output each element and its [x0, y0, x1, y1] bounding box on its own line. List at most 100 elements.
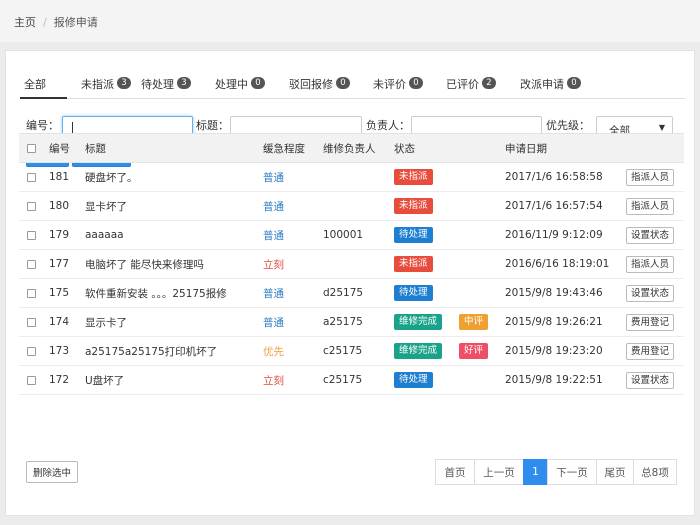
select-all-checkbox[interactable]	[27, 143, 36, 153]
table-row[interactable]: 179 aaaaaa 普通 100001 待处理 2016/11/9 9:12:09 设置状…	[19, 221, 684, 250]
row-assignee: a25175	[323, 316, 363, 328]
row-title: 电脑坏了 能尽快来修理吗	[85, 258, 204, 271]
number-label: 编号：	[26, 119, 59, 132]
row-action-button[interactable]: 费用登记	[626, 342, 675, 360]
tab-unassigned[interactable]: 未指派 3	[67, 71, 141, 99]
row-title: 显示卡了	[85, 316, 127, 329]
row-checkbox-cell	[27, 221, 36, 249]
tab-label: 全部	[24, 78, 46, 91]
table-row[interactable]: 181 硬盘坏了。 普通 未指派 2017/1/6 16:58:58 指派人员	[19, 163, 684, 192]
row-checkbox[interactable]	[27, 288, 36, 298]
page-next-button[interactable]: 下一页	[547, 459, 597, 485]
row-assignee: c25175	[323, 345, 363, 357]
tab-label: 驳回报修	[289, 78, 333, 91]
row-action-button[interactable]: 设置状态	[626, 226, 675, 244]
row-checkbox[interactable]	[27, 201, 36, 211]
row-assignee: 100001	[323, 229, 364, 241]
row-assignee: d25175	[323, 287, 364, 299]
rating-badge: 好评	[459, 343, 489, 359]
table-body: 181 硬盘坏了。普通 未指派 2017/1/6 16:58:58 指派人员 180 显卡坏…	[19, 163, 684, 395]
table-row[interactable]: 175 软件重新安装 。。。25175报修 普通 d25175 待处理 2015/9/8 …	[19, 279, 684, 308]
row-date: 2015/9/8 19:26:21	[505, 316, 603, 328]
row-title: U盘坏了	[85, 374, 125, 387]
row-status-cell: 待处理	[394, 279, 433, 307]
row-date: 2015/9/8 19:43:46	[505, 287, 603, 299]
delete-selected-button[interactable]: 删除选中	[26, 461, 79, 483]
table-row[interactable]: 174 显示卡了 普通 a25175 维修完成 中评 2015/9/8 19:26:21 费用…	[19, 308, 684, 337]
row-number: 174	[49, 316, 70, 328]
status-badge: 待处理	[394, 372, 433, 388]
row-action-cell: 设置状态	[626, 279, 675, 307]
tab-pending[interactable]: 待处理 3	[141, 71, 215, 99]
row-status-cell: 待处理	[394, 366, 433, 394]
page-current-button[interactable]: 1	[523, 459, 548, 485]
table-row[interactable]: 172 U盘坏了 立刻 c25175 待处理 2015/9/8 19:22:51 设置状态	[19, 366, 684, 395]
row-urgency: 普通	[263, 287, 284, 300]
table-row[interactable]: 180 显卡坏了 普通 未指派 2017/1/6 16:57:54 指派人员	[19, 192, 684, 221]
row-action-cell: 指派人员	[626, 192, 675, 220]
table-row[interactable]: 173 a25175a25175打印机坏了 优先 c25175 维修完成 好评 2015/9…	[19, 337, 684, 366]
row-title: a25175a25175打印机坏了	[85, 345, 218, 358]
tab-count-badge: 0	[336, 77, 350, 89]
tab-processing[interactable]: 处理中 0	[215, 71, 289, 99]
tab-label: 待处理	[141, 78, 174, 91]
tab-rejected[interactable]: 驳回报修 0	[289, 71, 373, 99]
row-urgency: 立刻	[263, 374, 284, 387]
row-checkbox[interactable]	[27, 259, 36, 269]
row-date: 2017/1/6 16:58:58	[505, 171, 603, 183]
row-number: 173	[49, 345, 70, 357]
row-number: 179	[49, 229, 70, 241]
header-number: 编号	[49, 142, 70, 155]
status-tabs: 全部 未指派 3 待处理 3 处理中 0 驳回报修 0 未评价 0 已评价 2 改派申请 0	[20, 71, 685, 99]
row-checkbox[interactable]	[27, 317, 36, 327]
status-badge: 未指派	[394, 169, 433, 185]
breadcrumb-home[interactable]: 主页	[14, 16, 36, 29]
row-action-button[interactable]: 设置状态	[626, 371, 675, 389]
row-action-button[interactable]: 设置状态	[626, 284, 675, 302]
row-action-button[interactable]: 费用登记	[626, 313, 675, 331]
page-first-button[interactable]: 首页	[435, 459, 475, 485]
status-badge: 维修完成	[394, 343, 443, 359]
row-title: aaaaaa	[85, 229, 124, 241]
table-header: 编号 标题 缓急程度 维修负责人 状态 申请日期	[19, 133, 684, 163]
page-last-button[interactable]: 尾页	[596, 459, 634, 485]
status-badge: 未指派	[394, 256, 433, 272]
row-action-button[interactable]: 指派人员	[626, 255, 675, 273]
page-total: 总8项	[633, 459, 677, 485]
row-title: 显卡坏了	[85, 200, 127, 213]
table-row[interactable]: 177 电脑坏了 能尽快来修理吗 立刻 未指派 2016/6/16 18:19:01 指派…	[19, 250, 684, 279]
row-checkbox[interactable]	[27, 346, 36, 356]
row-action-cell: 费用登记	[626, 308, 675, 336]
row-status-cell: 维修完成	[394, 337, 443, 365]
tab-all[interactable]: 全部	[20, 71, 67, 99]
row-action-cell: 设置状态	[626, 366, 675, 394]
row-date: 2015/9/8 19:23:20	[505, 345, 603, 357]
status-badge: 未指派	[394, 198, 433, 214]
tab-label: 处理中	[215, 78, 248, 91]
row-action-button[interactable]: 指派人员	[626, 197, 675, 215]
row-status-cell: 待处理	[394, 221, 433, 249]
caret-down-icon: ▼	[658, 123, 665, 132]
row-checkbox[interactable]	[27, 172, 36, 182]
row-checkbox-cell	[27, 192, 36, 220]
page-prev-button[interactable]: 上一页	[474, 459, 524, 485]
row-status-cell: 未指派	[394, 192, 433, 220]
tab-count-badge: 3	[177, 77, 191, 89]
header-urgency: 缓急程度	[263, 142, 305, 155]
row-number: 172	[49, 374, 70, 386]
tab-reassign[interactable]: 改派申请 0	[520, 71, 600, 99]
tab-unrated[interactable]: 未评价 0	[373, 71, 446, 99]
row-action-button[interactable]: 指派人员	[626, 168, 675, 186]
tab-rated[interactable]: 已评价 2	[446, 71, 520, 99]
row-action-cell: 指派人员	[626, 163, 675, 191]
row-number: 181	[49, 171, 70, 183]
breadcrumb: 主页 / 报修申请	[0, 0, 700, 42]
row-checkbox[interactable]	[27, 230, 36, 240]
row-urgency: 优先	[263, 345, 284, 358]
row-checkbox[interactable]	[27, 375, 36, 385]
delete-selected-label: 删除选中	[33, 468, 72, 479]
row-number: 180	[49, 200, 70, 212]
row-title: 硬盘坏了。	[85, 171, 138, 184]
tab-count-badge: 3	[117, 77, 131, 89]
title-label: 标题：	[196, 119, 229, 132]
